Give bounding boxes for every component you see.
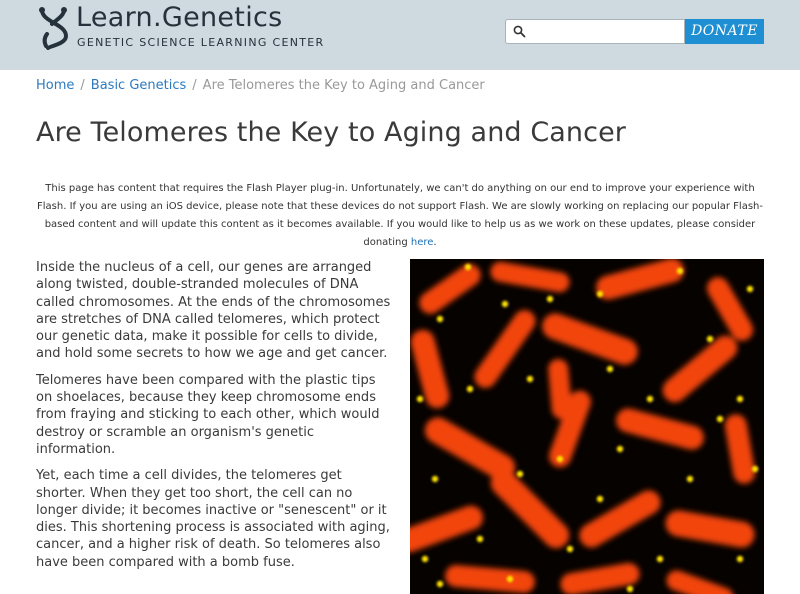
search-input[interactable]	[530, 22, 680, 41]
telomere-dot	[546, 295, 554, 303]
telomere-dot	[421, 555, 429, 563]
donate-here-link[interactable]: here	[411, 237, 434, 248]
telomere-dot	[506, 575, 514, 583]
telomere-dot	[646, 395, 654, 403]
search-icon	[513, 25, 526, 38]
telomere-dot	[716, 415, 724, 423]
breadcrumb-section-link[interactable]: Basic Genetics	[91, 78, 187, 93]
donate-button[interactable]: DONATE	[685, 19, 764, 44]
telomere-dot	[556, 455, 564, 463]
flash-notice-end: .	[433, 237, 437, 248]
article-body: Inside the nucleus of a cell, our genes …	[36, 259, 393, 580]
telomere-dot	[686, 475, 694, 483]
telomere-dot	[436, 315, 444, 323]
telomere-dot	[626, 585, 634, 593]
site-header: Learn.Genetics GENETIC SCIENCE LEARNING …	[0, 0, 800, 70]
article-paragraph: Yet, each time a cell divides, the telom…	[36, 468, 390, 570]
telomere-dot	[436, 580, 444, 588]
page-title: Are Telomeres the Key to Aging and Cance…	[36, 117, 626, 148]
breadcrumb-separator: /	[192, 78, 197, 93]
flash-notice: This page has content that requires the …	[36, 180, 764, 252]
telomere-dot	[746, 285, 754, 293]
telomere-dot	[736, 395, 744, 403]
site-brand[interactable]: Learn.Genetics	[76, 2, 283, 33]
telomere-dot	[501, 300, 509, 308]
telomere-dot	[706, 335, 714, 343]
telomere-dot	[566, 545, 574, 553]
breadcrumb-separator: /	[80, 78, 85, 93]
telomere-dot	[736, 555, 744, 563]
telomere-dot	[606, 365, 614, 373]
telomere-chromosome-image	[410, 259, 764, 594]
telomere-dot	[616, 445, 624, 453]
telomere-dot	[431, 475, 439, 483]
telomere-dot	[416, 395, 424, 403]
telomere-dot	[656, 555, 664, 563]
site-tagline: GENETIC SCIENCE LEARNING CENTER	[77, 36, 325, 49]
article-paragraph: Inside the nucleus of a cell, our genes …	[36, 260, 391, 362]
flash-notice-text: This page has content that requires the …	[37, 183, 763, 248]
breadcrumb-home-link[interactable]: Home	[36, 78, 74, 93]
dna-helix-icon[interactable]	[36, 6, 72, 50]
breadcrumb-current: Are Telomeres the Key to Aging and Cance…	[202, 78, 485, 93]
search-box[interactable]	[505, 19, 685, 44]
article-paragraph: Telomeres have been compared with the pl…	[36, 372, 380, 457]
telomere-dot	[526, 375, 534, 383]
telomere-dot	[676, 267, 684, 275]
telomere-dot	[596, 290, 604, 298]
telomere-dot	[466, 385, 474, 393]
telomere-dot	[476, 535, 484, 543]
breadcrumb: Home / Basic Genetics / Are Telomeres the Ke…	[36, 78, 485, 93]
telomere-dot	[464, 263, 472, 271]
telomere-dot	[516, 470, 524, 478]
telomere-dot	[596, 495, 604, 503]
telomere-dot	[751, 465, 759, 473]
